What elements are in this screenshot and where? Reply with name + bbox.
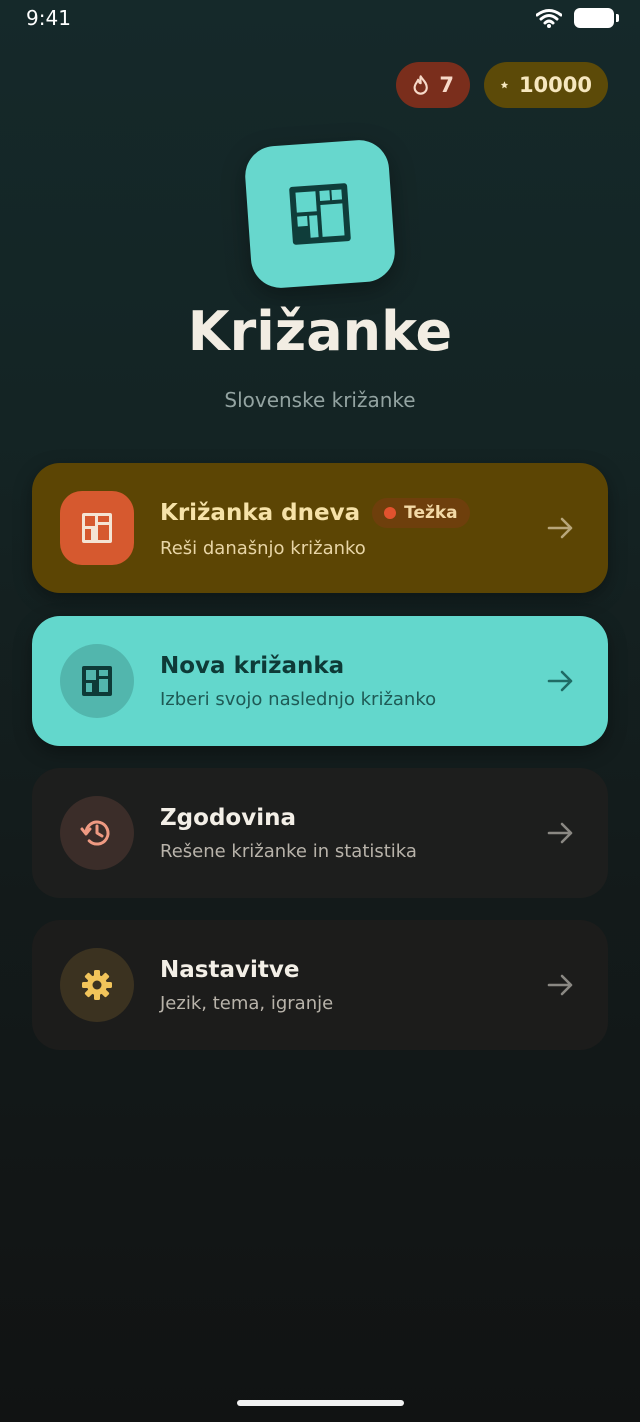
history-icon <box>80 820 110 846</box>
star-icon <box>500 81 509 89</box>
history-title: Zgodovina <box>160 804 296 831</box>
crossword-grid-icon <box>82 666 112 696</box>
status-icons <box>536 8 619 28</box>
arrow-right-icon <box>547 670 573 692</box>
stats-badges: 7 10000 <box>396 62 608 108</box>
history-icon-tile <box>60 796 134 870</box>
history-text: Zgodovina Rešene križanke in statistika <box>160 805 546 862</box>
home-indicator[interactable] <box>237 1400 404 1406</box>
streak-badge[interactable]: 7 <box>396 62 470 108</box>
difficulty-badge: Težka <box>372 497 470 528</box>
gear-icon <box>82 970 112 1000</box>
stars-badge[interactable]: 10000 <box>484 62 608 108</box>
battery-icon <box>574 8 619 28</box>
arrow-right-icon <box>547 974 573 996</box>
status-bar: 9:41 <box>0 0 640 36</box>
streak-count: 7 <box>439 73 454 97</box>
wifi-icon <box>536 9 562 28</box>
new-crossword-title: Nova križanka <box>160 652 345 679</box>
settings-card[interactable]: Nastavitve Jezik, tema, igranje <box>32 920 608 1050</box>
daily-crossword-card[interactable]: Križanka dneva Težka Reši današnjo križa… <box>32 463 608 593</box>
settings-title: Nastavitve <box>160 956 300 983</box>
new-crossword-card[interactable]: Nova križanka Izberi svojo naslednjo kri… <box>32 616 608 746</box>
new-crossword-text: Nova križanka Izberi svojo naslednjo kri… <box>160 653 546 710</box>
arrow-right-icon <box>547 517 573 539</box>
history-description: Rešene križanke in statistika <box>160 840 417 862</box>
crossword-grid-icon <box>289 183 351 245</box>
daily-crossword-text: Križanka dneva Težka Reši današnjo križa… <box>160 497 546 559</box>
settings-text: Nastavitve Jezik, tema, igranje <box>160 957 546 1014</box>
arrow-right-icon <box>547 822 573 844</box>
crossword-grid-icon <box>82 513 112 543</box>
settings-description: Jezik, tema, igranje <box>160 992 334 1014</box>
stars-count: 10000 <box>518 73 592 97</box>
difficulty-label: Težka <box>404 502 458 523</box>
difficulty-dot <box>384 506 397 519</box>
daily-crossword-title: Križanka dneva <box>160 499 361 526</box>
flame-icon <box>413 75 428 95</box>
daily-crossword-title-row: Križanka dneva Težka <box>160 497 546 528</box>
settings-icon-tile <box>60 948 134 1022</box>
status-time: 9:41 <box>26 6 71 30</box>
app-subtitle: Slovenske križanke <box>224 388 416 412</box>
app-logo <box>243 138 397 290</box>
daily-crossword-description: Reši današnjo križanko <box>160 537 366 559</box>
new-crossword-description: Izberi svojo naslednjo križanko <box>160 688 437 710</box>
daily-crossword-icon-tile <box>60 491 134 565</box>
app-title: Križanke <box>187 300 453 363</box>
history-card[interactable]: Zgodovina Rešene križanke in statistika <box>32 768 608 898</box>
new-crossword-icon-tile <box>60 644 134 718</box>
